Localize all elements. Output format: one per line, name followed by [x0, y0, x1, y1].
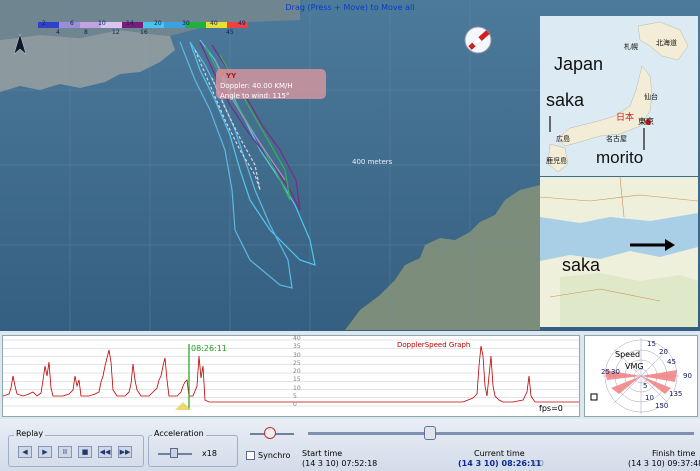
- track-map[interactable]: Drag (Press + Move) to Move all 2 6 10 14 20…: [0, 0, 700, 331]
- tokyo-label: 東京: [638, 117, 654, 126]
- polar-ring-label: 90: [683, 372, 692, 380]
- timeline-slider-track[interactable]: [308, 432, 694, 435]
- current-time-value: (14 3 10) 08:26:11: [458, 459, 542, 468]
- polar-ring-label: 135: [669, 390, 683, 398]
- speed-scale-top-label: 10: [98, 20, 106, 27]
- polar-ring-label: 5: [643, 382, 648, 390]
- polar-ring-label: 20: [659, 348, 668, 356]
- saka-label: saka: [546, 90, 585, 110]
- cursor-time-label: 08:26:11: [191, 344, 227, 353]
- morito-label: morito: [596, 148, 644, 167]
- speed-scale-top-label: 14: [126, 20, 134, 27]
- graph-y-tick: 5: [293, 392, 297, 400]
- nihon-label: 日本: [616, 112, 635, 122]
- graph-y-tick: 15: [293, 376, 301, 384]
- sendai-label: 仙台: [644, 94, 658, 101]
- nagoya-label: 名古屋: [606, 136, 627, 143]
- boat-name: YY: [226, 72, 237, 80]
- polar-diagram[interactable]: Speed VMG 15 20 25 30 45 90 135 150 10 5: [584, 335, 698, 417]
- synchro-checkbox[interactable]: [246, 451, 255, 460]
- speed-scale-top-label: 49: [238, 20, 246, 27]
- polar-vmg-label: VMG: [625, 362, 644, 371]
- speed-color-scale: 2 6 10 14 20 30 40 49 4 8 12 16 45: [38, 20, 248, 39]
- speed-scale-bottom-label: 12: [112, 29, 120, 36]
- acceleration-title: Acceleration: [152, 429, 206, 438]
- sapporo-label: 札幌: [624, 44, 638, 51]
- current-time-suffix: :00: [531, 459, 544, 468]
- distance-label: 400 meters: [352, 158, 393, 166]
- polar-ring-label: 30: [611, 368, 620, 376]
- fast-forward-button[interactable]: ▶▶: [118, 446, 132, 458]
- drag-hint: Drag (Press + Move) to Move all: [285, 3, 415, 12]
- polar-speed-label: Speed: [615, 350, 641, 359]
- synchro-label: Synchro: [258, 451, 291, 460]
- finish-time-value: (14 3 10) 09:37:48: [628, 459, 700, 468]
- polar-ring-label: 25: [601, 368, 610, 376]
- acceleration-group: [148, 435, 238, 467]
- speed-scale-bottom-label: 4: [56, 29, 60, 36]
- japan-label: Japan: [554, 54, 604, 74]
- rewind-button[interactable]: ◀◀: [98, 446, 112, 458]
- graph-title: DopplerSpeed Graph: [397, 341, 471, 349]
- graph-y-tick: 10: [293, 384, 301, 392]
- fps-label: fps=0: [539, 404, 563, 413]
- speed-scale-top-label: 2: [42, 20, 46, 27]
- speed-scale-bottom-label: 16: [140, 29, 148, 36]
- local-inset-map: saka: [540, 177, 698, 327]
- timeline-slider-thumb[interactable]: [424, 426, 436, 440]
- graph-y-tick: 40: [293, 335, 301, 342]
- polar-ring-label: 15: [647, 340, 656, 348]
- graph-y-tick: 30: [293, 351, 301, 359]
- windsock-icon: [464, 26, 492, 54]
- boat-tooltip: YY Doppler: 40.00 KM/H Angle to wind: 11…: [216, 69, 326, 100]
- speed-scale-bottom-label: 45: [226, 29, 234, 36]
- pause-button[interactable]: II: [58, 446, 72, 458]
- doppler-speed-graph[interactable]: 40 35 30 25 20 15 10 5 0 DopplerSpeed Graph 08:2…: [2, 335, 580, 417]
- play-button[interactable]: ▶: [38, 446, 52, 458]
- start-time-label: Start time: [302, 449, 343, 458]
- graph-y-tick: 35: [293, 343, 301, 351]
- acceleration-value: x18: [202, 449, 217, 458]
- step-back-button[interactable]: ◀: [18, 446, 32, 458]
- speed-scale-top-label: 30: [182, 20, 190, 27]
- acceleration-slider-thumb[interactable]: [170, 448, 178, 458]
- polar-ring-label: 150: [655, 402, 669, 410]
- polar-legend-box: [590, 393, 598, 401]
- japan-inset-map: Japan saka morito 日本 東京 札幌 北海道 仙台 広島 名古屋…: [540, 16, 698, 176]
- speed-scale-top-label: 6: [70, 20, 74, 27]
- polar-ring-label: 10: [645, 394, 654, 402]
- graph-y-tick: 25: [293, 359, 301, 367]
- replay-title: Replay: [14, 429, 46, 438]
- kagoshima-label: 鹿児島: [546, 158, 567, 165]
- start-time-value: (14 3 10) 07:52:18: [302, 459, 378, 468]
- replay-controls-bar: Replay ◀ ▶ II ■ ◀◀ ▶▶ Acceleration x18 Synchr…: [0, 419, 700, 471]
- hiroshima-label: 広島: [556, 136, 570, 143]
- current-time-label: Current time: [474, 449, 525, 458]
- hokkaido-label: 北海道: [656, 40, 677, 47]
- doppler-readout: Doppler: 40.00 KM/H: [220, 82, 293, 90]
- speed-scale-top-label: 20: [154, 20, 162, 27]
- finish-time-label: Finish time: [652, 449, 696, 458]
- polar-ring-label: 45: [667, 358, 676, 366]
- graph-y-tick: 0: [293, 401, 297, 408]
- wind-angle-readout: Angle to wind: 115°: [220, 92, 290, 100]
- graph-y-tick: 20: [293, 368, 301, 375]
- speed-scale-top-label: 40: [210, 20, 218, 27]
- stop-button[interactable]: ■: [78, 446, 92, 458]
- local-saka-label: saka: [562, 255, 601, 275]
- speed-scale-bottom-label: 8: [84, 29, 88, 36]
- zoom-slider-knob[interactable]: [264, 427, 276, 439]
